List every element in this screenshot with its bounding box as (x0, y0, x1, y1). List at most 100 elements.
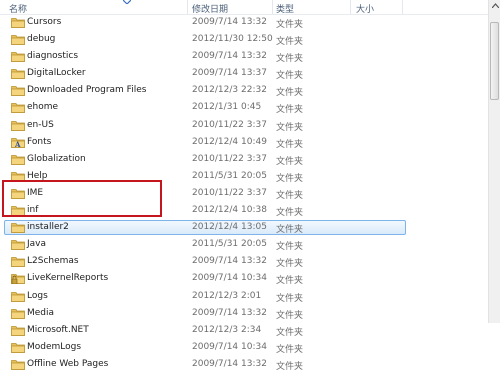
column-divider[interactable] (187, 0, 188, 14)
folder-icon (11, 68, 25, 80)
file-type: 文件夹 (276, 139, 304, 150)
file-name: Help (27, 170, 48, 181)
file-row[interactable]: L2Schemas 2009/7/14 13:32 文件夹 (0, 253, 488, 270)
file-modified-date: 2012/1/31 0:45 (192, 102, 262, 113)
file-row[interactable]: Downloaded Program Files 2012/12/3 22:32 文… (0, 82, 488, 99)
file-modified-date: 2012/12/3 2:34 (192, 324, 262, 335)
file-name: Cursors (27, 17, 62, 27)
file-modified-date: 2011/5/31 20:05 (192, 170, 267, 181)
file-modified-date: 2009/7/14 13:37 (192, 68, 267, 79)
file-modified-date: 2012/12/4 10:38 (192, 205, 267, 216)
file-type: 文件夹 (276, 37, 304, 48)
file-row[interactable]: diagnostics 2009/7/14 13:32 文件夹 (0, 48, 488, 65)
scroll-up-button[interactable] (490, 0, 500, 10)
file-row[interactable]: Microsoft.NET 2012/12/3 2:34 文件夹 (0, 322, 488, 339)
file-type: 文件夹 (276, 310, 304, 321)
file-row[interactable]: Media 2009/7/14 13:32 文件夹 (0, 305, 488, 322)
vertical-scrollbar[interactable] (488, 0, 500, 323)
column-divider[interactable] (272, 0, 273, 14)
file-name: inf (27, 205, 39, 216)
folder-icon (11, 325, 25, 336)
file-type: 文件夹 (276, 105, 304, 116)
file-modified-date: 2011/5/31 20:05 (192, 239, 267, 250)
file-name: ehome (27, 102, 59, 113)
file-modified-date: 2012/12/3 2:01 (192, 290, 262, 301)
file-row[interactable]: LiveKernelReports 2009/7/14 10:34 文件夹 (0, 270, 488, 287)
file-row[interactable]: installer2 2012/12/4 13:05 文件夹 (0, 219, 488, 236)
file-row[interactable]: ModemLogs 2009/7/14 10:34 文件夹 (0, 339, 488, 356)
file-type: 文件夹 (276, 20, 304, 30)
file-name: Java (27, 239, 47, 250)
file-name: L2Schemas (27, 256, 79, 267)
file-modified-date: 2009/7/14 13:32 (192, 256, 267, 267)
fonts-folder-icon: A (11, 137, 25, 149)
folder-icon (11, 102, 25, 114)
column-divider[interactable] (402, 0, 403, 14)
file-modified-date: 2009/7/14 13:32 (192, 307, 267, 318)
file-modified-date: 2012/12/3 22:32 (192, 85, 267, 96)
scroll-thumb[interactable] (490, 22, 499, 100)
folder-icon (11, 171, 25, 182)
sort-indicator-icon (123, 0, 131, 4)
file-type: 文件夹 (276, 173, 304, 184)
column-divider[interactable] (350, 0, 351, 14)
locked-folder-icon (11, 273, 25, 285)
file-type: 文件夹 (276, 71, 304, 82)
folder-icon (11, 291, 25, 302)
file-modified-date: 2009/7/14 13:32 (192, 17, 267, 27)
folder-icon (11, 256, 25, 268)
folder-icon (11, 222, 25, 233)
file-type: 文件夹 (276, 242, 304, 253)
file-name: Media (27, 307, 55, 318)
file-type: 文件夹 (276, 276, 304, 287)
file-row[interactable]: Java 2011/5/31 20:05 文件夹 (0, 236, 488, 253)
file-name: diagnostics (27, 51, 79, 62)
file-name: Downloaded Program Files (27, 85, 147, 96)
file-type: 文件夹 (276, 88, 304, 99)
file-name: LiveKernelReports (27, 273, 109, 284)
file-modified-date: 2010/11/22 3:37 (192, 187, 267, 198)
file-row[interactable]: Cursors 2009/7/14 13:32 文件夹 (0, 14, 488, 31)
file-type: 文件夹 (276, 327, 304, 338)
file-row[interactable]: Help 2011/5/31 20:05 文件夹 (0, 168, 488, 185)
file-name: debug (27, 34, 56, 45)
file-row[interactable]: DigitalLocker 2009/7/14 13:37 文件夹 (0, 65, 488, 82)
file-list: Cursors 2009/7/14 13:32 文件夹 debug 2012/11/30… (0, 14, 488, 373)
file-name: installer2 (27, 222, 69, 233)
chevron-up-icon (491, 2, 499, 8)
file-row[interactable]: Logs 2012/12/3 2:01 文件夹 (0, 288, 488, 305)
file-modified-date: 2012/11/30 12:50 (192, 34, 273, 45)
folder-icon (11, 154, 25, 165)
file-modified-date: 2012/12/4 13:05 (192, 222, 267, 233)
file-name: ModemLogs (27, 341, 82, 352)
file-row[interactable]: Offline Web Pages 2009/7/14 13:32 文件夹 (0, 356, 488, 373)
file-row[interactable]: inf 2012/12/4 10:38 文件夹 (0, 202, 488, 219)
file-name: Fonts (27, 136, 52, 147)
file-name: Globalization (27, 153, 86, 164)
file-row[interactable]: en-US 2010/11/22 3:37 文件夹 (0, 117, 488, 134)
file-name: en-US (27, 119, 54, 130)
file-type: 文件夹 (276, 344, 304, 355)
file-row[interactable]: IME 2010/11/22 3:37 文件夹 (0, 185, 488, 202)
file-modified-date: 2010/11/22 3:37 (192, 119, 267, 130)
folder-icon (11, 308, 25, 319)
folder-icon (11, 205, 25, 216)
file-type: 文件夹 (276, 54, 304, 65)
file-modified-date: 2009/7/14 13:32 (192, 358, 267, 369)
folder-icon (11, 188, 25, 199)
file-type: 文件夹 (276, 361, 304, 372)
file-name: DigitalLocker (27, 68, 86, 79)
file-type: 文件夹 (276, 259, 304, 270)
file-type: 文件夹 (276, 225, 304, 236)
folder-icon (11, 34, 25, 45)
file-type: 文件夹 (276, 190, 304, 201)
file-name: Microsoft.NET (27, 324, 89, 335)
file-row[interactable]: A Fonts 2012/12/4 10:49 文件夹 (0, 134, 488, 151)
file-name: Logs (27, 290, 48, 301)
file-row[interactable]: debug 2012/11/30 12:50 文件夹 (0, 31, 488, 48)
file-row[interactable]: Globalization 2010/11/22 3:37 文件夹 (0, 151, 488, 168)
folder-icon (11, 120, 25, 131)
file-type: 文件夹 (276, 156, 304, 167)
folder-icon (11, 51, 25, 63)
file-row[interactable]: ehome 2012/1/31 0:45 文件夹 (0, 99, 488, 116)
